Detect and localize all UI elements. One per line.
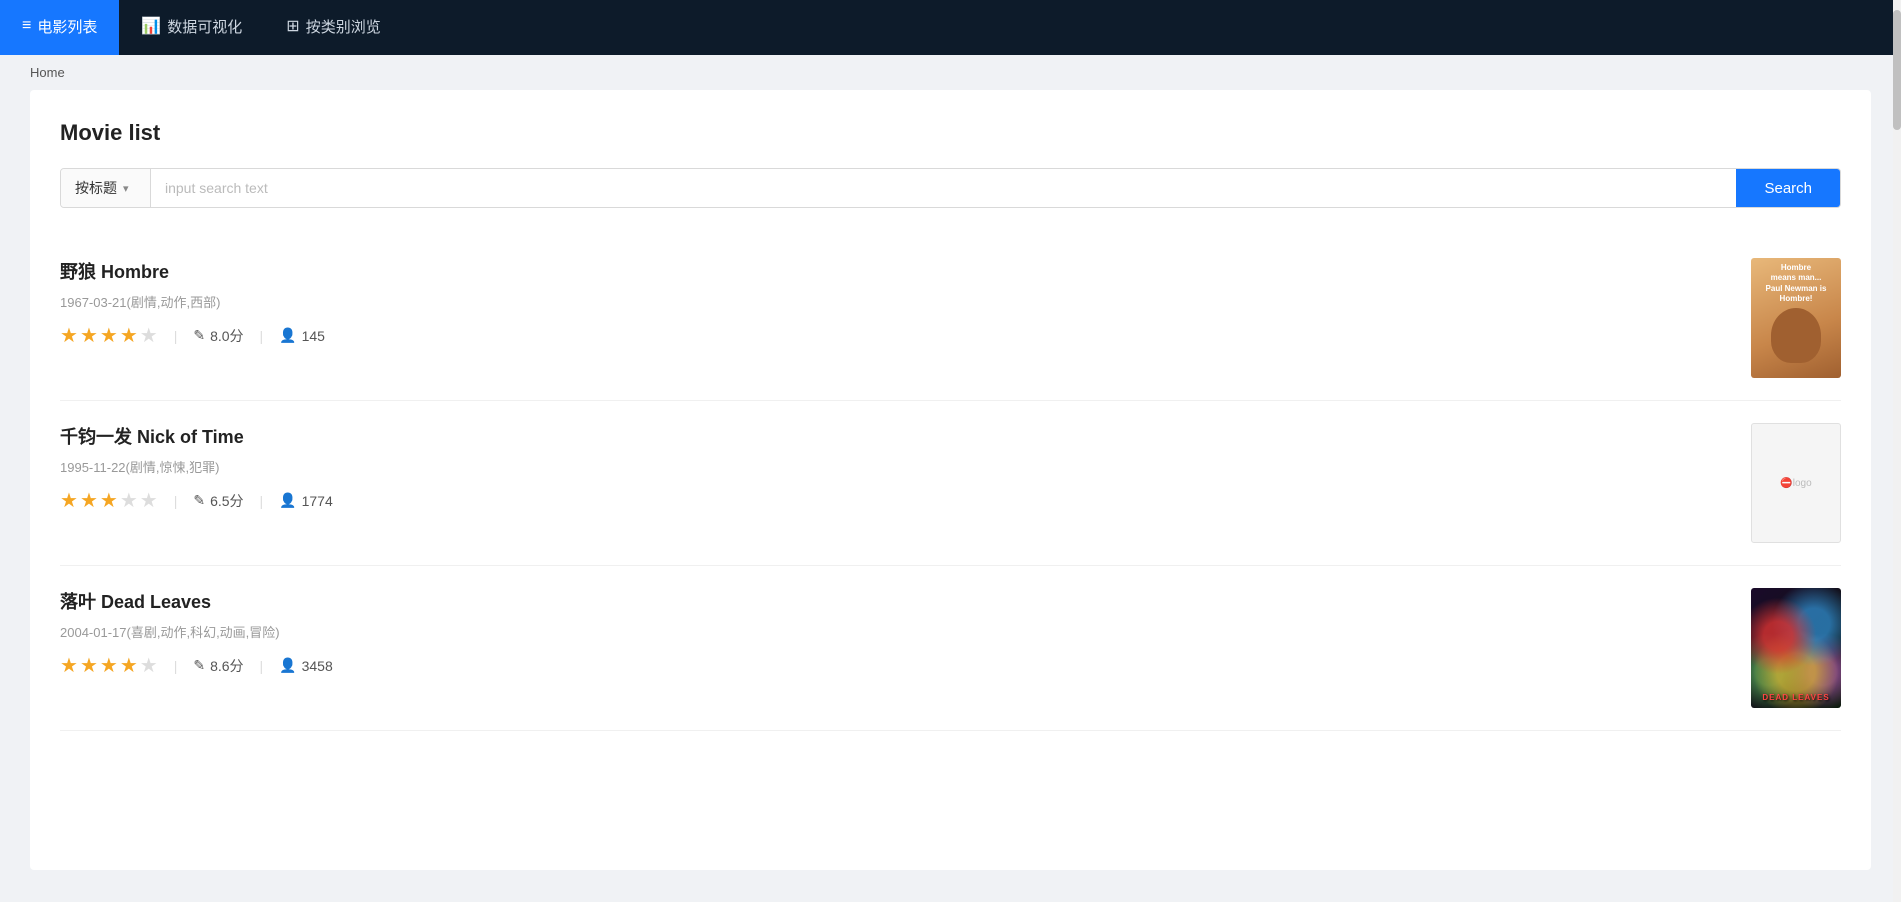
rating-score: ✎ 8.6分 xyxy=(193,656,243,676)
count-value: 1774 xyxy=(302,493,333,509)
movie-poster-hombre: Hombremeans man...Paul Newman isHombre! xyxy=(1751,258,1841,378)
search-dropdown-label: 按标题 xyxy=(75,178,117,198)
movie-meta: 1967-03-21(剧情,动作,西部) xyxy=(60,292,1731,311)
pencil-icon: ✎ xyxy=(193,327,205,344)
movie-item: 千钧一发 Nick of Time 1995-11-22(剧情,惊悚,犯罪) ★… xyxy=(60,401,1841,566)
nav-item-movies[interactable]: ≡ 电影列表 xyxy=(0,0,119,55)
movie-rating: ★ ★ ★ ★ ★ | ✎ 8.6分 | 👤 3458 xyxy=(60,653,1731,678)
divider2: | xyxy=(260,328,264,344)
movie-meta: 1995-11-22(剧情,惊悚,犯罪) xyxy=(60,457,1731,476)
user-icon: 👤 xyxy=(279,327,296,344)
menu-icon: ≡ xyxy=(22,17,31,35)
movie-item: 落叶 Dead Leaves 2004-01-17(喜剧,动作,科幻,动画,冒险… xyxy=(60,566,1841,731)
score-value: 6.5分 xyxy=(210,491,243,511)
nav-label-browse: 按类别浏览 xyxy=(306,16,381,37)
chevron-down-icon: ▾ xyxy=(123,182,129,195)
star-1: ★ xyxy=(60,488,78,513)
divider2: | xyxy=(260,658,264,674)
star-2: ★ xyxy=(80,323,98,348)
pencil-icon: ✎ xyxy=(193,657,205,674)
movie-stars: ★ ★ ★ ★ ★ xyxy=(60,323,158,348)
star-3: ★ xyxy=(100,653,118,678)
movie-title[interactable]: 野狼 Hombre xyxy=(60,258,1731,284)
user-icon: 👤 xyxy=(279,657,296,674)
navbar: ≡ 电影列表 📊 数据可视化 ⊞ 按类别浏览 xyxy=(0,0,1901,55)
count-value: 145 xyxy=(302,328,325,344)
main-container: Movie list 按标题 ▾ Search 野狼 Hombre 1967-0… xyxy=(30,90,1871,870)
breadcrumb-home[interactable]: Home xyxy=(30,65,65,80)
search-button[interactable]: Search xyxy=(1736,169,1840,207)
rating-score: ✎ 8.0分 xyxy=(193,326,243,346)
scrollbar-thumb[interactable] xyxy=(1893,10,1901,130)
movie-item: 野狼 Hombre 1967-03-21(剧情,动作,西部) ★ ★ ★ ★ ★… xyxy=(60,236,1841,401)
star-3: ★ xyxy=(100,488,118,513)
nav-item-browse[interactable]: ⊞ 按类别浏览 xyxy=(264,0,402,55)
user-icon: 👤 xyxy=(279,492,296,509)
movie-content: 野狼 Hombre 1967-03-21(剧情,动作,西部) ★ ★ ★ ★ ★… xyxy=(60,258,1731,348)
star-4: ★ xyxy=(120,488,138,513)
movie-poster-deadleaves: DEAD LEAVES xyxy=(1751,588,1841,708)
divider: | xyxy=(174,658,178,674)
movie-content: 落叶 Dead Leaves 2004-01-17(喜剧,动作,科幻,动画,冒险… xyxy=(60,588,1731,678)
star-5: ★ xyxy=(140,323,158,348)
movie-date: 1967-03-21 xyxy=(60,295,127,310)
movie-title[interactable]: 千钧一发 Nick of Time xyxy=(60,423,1731,449)
star-3: ★ xyxy=(100,323,118,348)
count-value: 3458 xyxy=(302,658,333,674)
star-4: ★ xyxy=(120,653,138,678)
page-title: Movie list xyxy=(60,120,1841,146)
rating-score: ✎ 6.5分 xyxy=(193,491,243,511)
star-2: ★ xyxy=(80,488,98,513)
search-bar: 按标题 ▾ Search xyxy=(60,168,1841,208)
breadcrumb: Home xyxy=(0,55,1901,90)
movie-stars: ★ ★ ★ ★ ★ xyxy=(60,488,158,513)
movie-title[interactable]: 落叶 Dead Leaves xyxy=(60,588,1731,614)
divider: | xyxy=(174,328,178,344)
scrollbar-track[interactable] xyxy=(1893,0,1901,902)
movie-rating: ★ ★ ★ ★ ★ | ✎ 8.0分 | 👤 145 xyxy=(60,323,1731,348)
star-1: ★ xyxy=(60,323,78,348)
nav-label-movies: 电影列表 xyxy=(37,16,97,37)
star-2: ★ xyxy=(80,653,98,678)
barchart-icon: 📊 xyxy=(141,16,161,36)
grid-icon: ⊞ xyxy=(286,16,299,36)
rating-count: 👤 145 xyxy=(279,327,325,344)
star-5: ★ xyxy=(140,653,158,678)
divider: | xyxy=(174,493,178,509)
score-value: 8.6分 xyxy=(210,656,243,676)
movie-genres: 喜剧,动作,科幻,动画,冒险 xyxy=(131,625,275,640)
movie-date: 2004-01-17 xyxy=(60,625,127,640)
movie-genres: 剧情,动作,西部 xyxy=(131,295,216,310)
star-4: ★ xyxy=(120,323,138,348)
divider2: | xyxy=(260,493,264,509)
nav-label-dataviz: 数据可视化 xyxy=(167,16,242,37)
movie-content: 千钧一发 Nick of Time 1995-11-22(剧情,惊悚,犯罪) ★… xyxy=(60,423,1731,513)
search-dropdown[interactable]: 按标题 ▾ xyxy=(61,169,151,207)
search-input[interactable] xyxy=(151,169,1736,207)
score-value: 8.0分 xyxy=(210,326,243,346)
movie-date: 1995-11-22 xyxy=(60,460,126,475)
movie-meta: 2004-01-17(喜剧,动作,科幻,动画,冒险) xyxy=(60,622,1731,641)
movie-rating: ★ ★ ★ ★ ★ | ✎ 6.5分 | 👤 1774 xyxy=(60,488,1731,513)
star-1: ★ xyxy=(60,653,78,678)
pencil-icon: ✎ xyxy=(193,492,205,509)
nav-item-dataviz[interactable]: 📊 数据可视化 xyxy=(119,0,264,55)
movie-stars: ★ ★ ★ ★ ★ xyxy=(60,653,158,678)
rating-count: 👤 3458 xyxy=(279,657,333,674)
star-5: ★ xyxy=(140,488,158,513)
rating-count: 👤 1774 xyxy=(279,492,333,509)
movie-poster-broken: ⛔logo xyxy=(1751,423,1841,543)
movie-genres: 剧情,惊悚,犯罪 xyxy=(130,460,215,475)
